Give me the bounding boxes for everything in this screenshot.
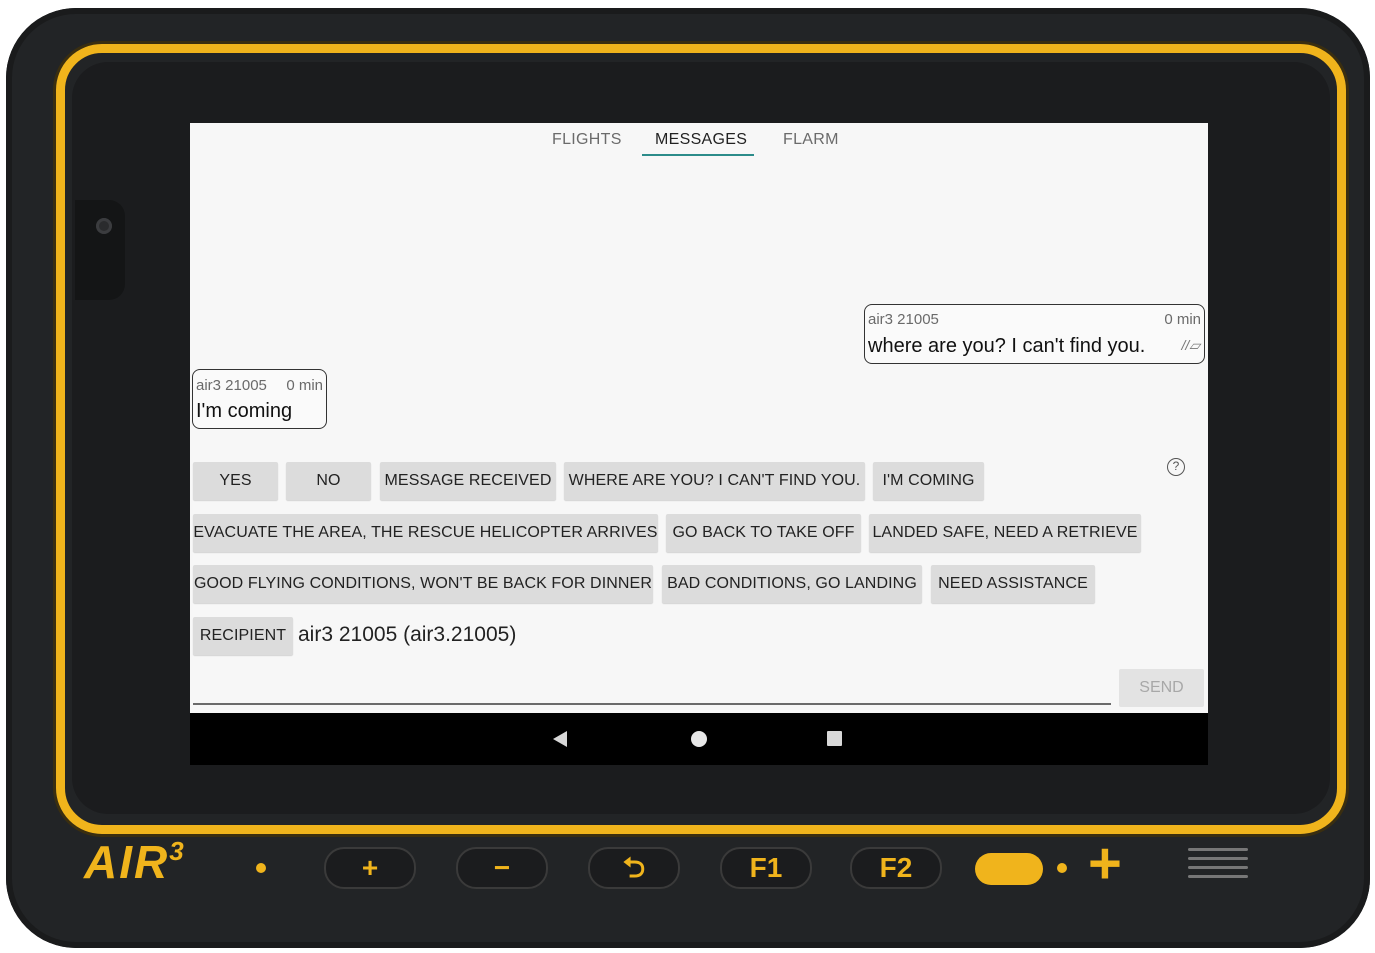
recipient-value: air3 21005 (air3.21005) (298, 623, 517, 646)
message-sender: air3 21005 (196, 377, 267, 394)
message-time: 0 min (286, 377, 323, 394)
side-panel (75, 200, 125, 300)
home-icon[interactable] (691, 731, 707, 747)
tab-flights[interactable]: FLIGHTS (552, 131, 622, 149)
message-text: where are you? I can't find you. (868, 335, 1146, 357)
quick-reply-yes[interactable]: YES (193, 462, 278, 500)
quick-reply-im-coming[interactable]: I'M COMING (873, 462, 984, 500)
hardware-large-plus-icon: + (1088, 831, 1122, 896)
brand-logo: AIR3 (84, 836, 186, 888)
message-bubble-incoming: air3 21005 0 min I'm coming (192, 369, 327, 429)
quick-reply-message-received[interactable]: MESSAGE RECEIVED (380, 462, 556, 500)
hardware-minus-button[interactable]: − (456, 847, 548, 889)
message-bubble-outgoing: air3 21005 0 min where are you? I can't … (864, 304, 1205, 364)
quick-reply-no[interactable]: NO (286, 462, 371, 500)
help-icon[interactable]: ? (1167, 458, 1185, 476)
hardware-f1-button[interactable]: F1 (720, 847, 812, 889)
send-button[interactable]: SEND (1119, 669, 1204, 707)
back-icon[interactable] (553, 731, 567, 747)
hardware-dot (1057, 863, 1067, 873)
app-screen: FLIGHTS MESSAGES FLARM air3 21005 0 min … (190, 123, 1208, 765)
message-sender: air3 21005 (868, 311, 939, 328)
double-check-icon: //▱ (1181, 337, 1200, 353)
camera-icon (96, 218, 112, 234)
hardware-return-button[interactable]: ⮌ (588, 847, 680, 889)
quick-reply-good-conditions[interactable]: GOOD FLYING CONDITIONS, WON'T BE BACK FO… (193, 565, 653, 603)
quick-reply-where-are-you[interactable]: WHERE ARE YOU? I CAN'T FIND YOU. (564, 462, 865, 500)
message-time: 0 min (1164, 311, 1201, 328)
hardware-pill-button[interactable] (975, 853, 1043, 885)
tab-messages[interactable]: MESSAGES (655, 131, 747, 149)
tab-flarm[interactable]: FLARM (783, 131, 839, 149)
quick-reply-bad-conditions[interactable]: BAD CONDITIONS, GO LANDING (662, 565, 922, 603)
quick-reply-go-back[interactable]: GO BACK TO TAKE OFF (666, 514, 861, 552)
quick-reply-landed-safe[interactable]: LANDED SAFE, NEED A RETRIEVE (869, 514, 1141, 552)
hardware-f2-button[interactable]: F2 (850, 847, 942, 889)
tab-bar: FLIGHTS MESSAGES FLARM (190, 123, 1208, 157)
active-tab-indicator (642, 154, 754, 156)
message-text: I'm coming (196, 400, 293, 422)
quick-reply-evacuate[interactable]: EVACUATE THE AREA, THE RESCUE HELICOPTER… (193, 514, 658, 552)
recent-apps-icon[interactable] (827, 731, 842, 746)
quick-reply-need-assistance[interactable]: NEED ASSISTANCE (931, 565, 1095, 603)
message-input[interactable] (193, 703, 1111, 705)
logo-dot (256, 863, 266, 873)
android-nav-bar (190, 713, 1208, 765)
speaker-grille-icon (1188, 848, 1248, 884)
hardware-plus-button[interactable]: + (324, 847, 416, 889)
recipient-button[interactable]: RECIPIENT (193, 617, 293, 655)
